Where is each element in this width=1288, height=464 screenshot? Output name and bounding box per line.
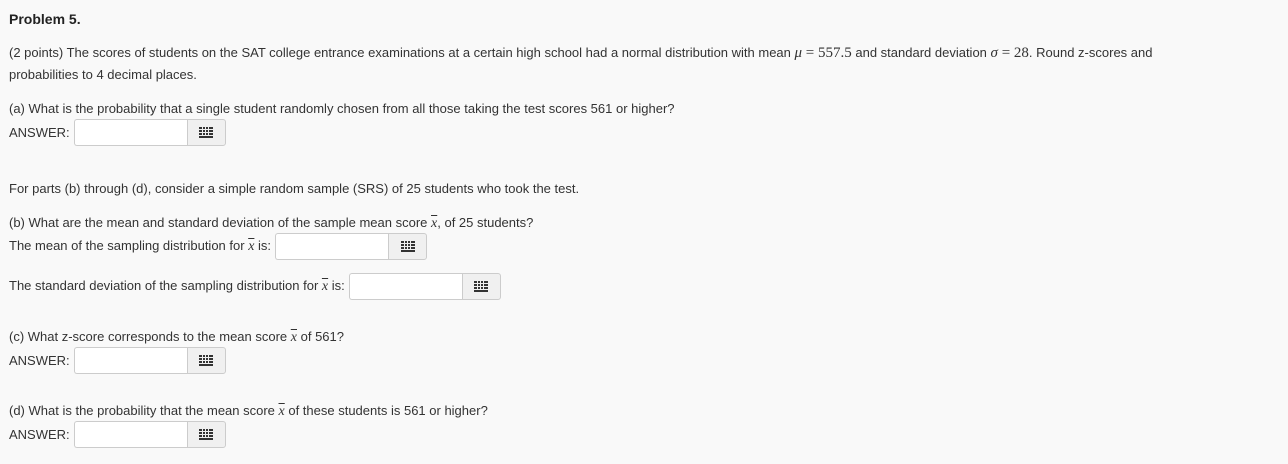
part-d-question-pre: (d) What is the probability that the mea… — [9, 403, 279, 418]
part-d-answer-row: ANSWER: — [9, 421, 226, 448]
keypad-grid-icon — [474, 281, 489, 292]
part-b-question-pre: (b) What are the mean and standard devia… — [9, 215, 432, 230]
part-b-question-post: , of 25 students? — [437, 215, 534, 230]
part-c-question-pre: (c) What z-score corresponds to the mean… — [9, 329, 291, 344]
srs-note: For parts (b) through (d), consider a si… — [9, 181, 580, 196]
keypad-grid-icon — [400, 241, 415, 252]
answer-field — [73, 421, 226, 448]
keypad-button[interactable] — [461, 273, 501, 300]
mean-label: The mean of the sampling distribution fo… — [9, 238, 271, 255]
intro-text-2: and standard deviation — [851, 45, 991, 60]
keypad-button[interactable] — [186, 119, 226, 146]
keypad-grid-icon — [199, 127, 214, 138]
sigma-value: 28 — [1013, 45, 1029, 61]
part-b-mean-row: The mean of the sampling distribution fo… — [9, 233, 428, 260]
equals-sign: = — [997, 45, 1014, 61]
intro-text-3: . Round z-scores and — [1028, 45, 1153, 60]
problem-title: Problem 5. — [9, 11, 81, 27]
mean-field — [275, 233, 428, 260]
intro-text-1: (2 points) The scores of students on the… — [9, 45, 795, 60]
answer-label: ANSWER: — [9, 353, 70, 368]
part-b-sd-input[interactable] — [348, 273, 462, 300]
part-c-answer-row: ANSWER: — [9, 347, 226, 374]
mu-value: 557.5 — [818, 45, 852, 61]
mean-label-pre: The mean of the sampling distribution fo… — [9, 238, 249, 253]
problem-intro: (2 points) The scores of students on the… — [9, 45, 1152, 62]
part-c-question: (c) What z-score corresponds to the mean… — [9, 329, 344, 346]
keypad-button[interactable] — [186, 421, 226, 448]
sd-label-post: is: — [328, 278, 345, 293]
answer-field — [73, 347, 226, 374]
part-c-answer-input[interactable] — [73, 347, 187, 374]
keypad-button[interactable] — [388, 233, 428, 260]
part-c-question-post: of 561? — [297, 329, 344, 344]
part-a-question: (a) What is the probability that a singl… — [9, 101, 675, 116]
answer-field — [73, 119, 226, 146]
part-b-mean-input[interactable] — [275, 233, 389, 260]
part-a-answer-input[interactable] — [73, 119, 187, 146]
equals-sign: = — [802, 45, 818, 61]
part-b-sd-row: The standard deviation of the sampling d… — [9, 273, 501, 300]
part-d-answer-input[interactable] — [73, 421, 187, 448]
part-d-question-post: of these students is 561 or higher? — [284, 403, 488, 418]
keypad-grid-icon — [199, 355, 214, 366]
part-a-answer-row: ANSWER: — [9, 119, 226, 146]
answer-label: ANSWER: — [9, 427, 70, 442]
mu-expression: μ = 557.5 — [795, 45, 852, 61]
sigma-expression: σ = 28 — [991, 45, 1029, 61]
answer-label: ANSWER: — [9, 125, 70, 140]
mean-label-post: is: — [254, 238, 272, 253]
keypad-grid-icon — [199, 429, 214, 440]
sd-label: The standard deviation of the sampling d… — [9, 278, 345, 295]
sigma-symbol: σ — [990, 45, 998, 61]
part-b-question: (b) What are the mean and standard devia… — [9, 215, 533, 232]
keypad-button[interactable] — [186, 347, 226, 374]
sd-label-pre: The standard deviation of the sampling d… — [9, 278, 322, 293]
sd-field — [348, 273, 501, 300]
part-d-question: (d) What is the probability that the mea… — [9, 403, 488, 420]
intro-line-2: probabilities to 4 decimal places. — [9, 67, 197, 82]
mu-symbol: μ — [794, 45, 803, 61]
problem-panel: Problem 5. (2 points) The scores of stud… — [0, 0, 1288, 464]
